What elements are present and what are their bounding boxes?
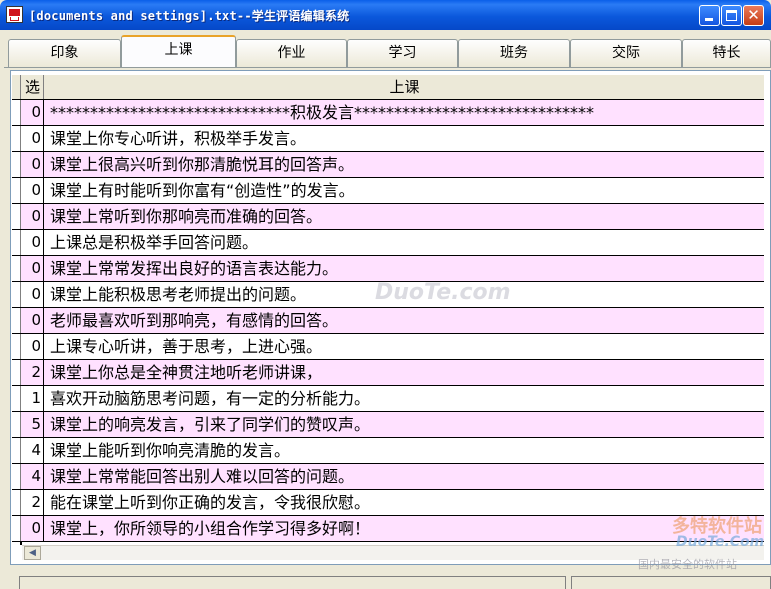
row-marker[interactable] (12, 438, 21, 463)
row-select-count[interactable]: 0 (22, 516, 44, 541)
row-comment-text[interactable]: 课堂上常听到你那响亮而准确的回答。 (50, 204, 758, 229)
row-select-count[interactable]: 0 (22, 256, 44, 281)
row-marker[interactable] (12, 126, 21, 151)
watermark-url: DuoTe.Com (676, 534, 765, 550)
watermark-tagline: 国内最安全的软件站 (638, 558, 737, 571)
row-marker[interactable] (12, 178, 21, 203)
close-button[interactable]: ✕ (743, 5, 764, 26)
table-row[interactable]: 0 课堂上很高兴听到你那清脆悦耳的回答声。 (12, 152, 764, 178)
row-select-count[interactable]: 0 (22, 152, 44, 177)
table-row[interactable]: 0 课堂上常常发挥出良好的语言表达能力。 (12, 256, 764, 282)
title-bar: [documents and settings].txt--学生评语编辑系统 ✕ (0, 0, 771, 30)
window-title: [documents and settings].txt--学生评语编辑系统 (29, 9, 350, 23)
row-marker[interactable] (12, 256, 21, 281)
table-row[interactable]: 0 课堂上有时能听到你富有“创造性”的发言。 (12, 178, 764, 204)
row-select-count[interactable]: 0 (22, 100, 44, 125)
table-row[interactable]: 2 课堂上你总是全神贯注地听老师讲课， (12, 360, 764, 386)
table-row[interactable]: 2 能在课堂上听到你正确的发言，令我很欣慰。 (12, 490, 764, 516)
table-row[interactable]: 5 课堂上的响亮发言，引来了同学们的赞叹声。 (12, 412, 764, 438)
tab-talent[interactable]: 特长 (682, 39, 771, 67)
maximize-button[interactable] (721, 5, 742, 26)
row-marker[interactable] (12, 386, 21, 411)
row-marker[interactable] (12, 230, 21, 255)
row-marker[interactable] (12, 282, 21, 307)
table-row[interactable]: 0 课堂上你专心听讲，积极举手发言。 (12, 126, 764, 152)
table-row[interactable]: 4 课堂上能听到你响亮清脆的发言。 (12, 438, 764, 464)
row-marker[interactable] (12, 308, 21, 333)
row-marker[interactable] (12, 490, 21, 515)
row-comment-text[interactable]: 课堂上能听到你响亮清脆的发言。 (50, 438, 758, 463)
table-row[interactable]: 0 上课专心听讲，善于思考，上进心强。 (12, 334, 764, 360)
row-select-count[interactable]: 2 (22, 360, 44, 385)
table-row[interactable]: 0 课堂上常听到你那响亮而准确的回答。 (12, 204, 764, 230)
tab-impression[interactable]: 印象 (8, 39, 121, 67)
row-marker[interactable] (12, 100, 21, 125)
tab-social[interactable]: 交际 (570, 39, 682, 67)
row-comment-text[interactable]: 上课总是积极举手回答问题。 (50, 230, 758, 255)
status-bar (10, 573, 771, 589)
tab-class-duty[interactable]: 班务 (458, 39, 570, 67)
header-marker-cell (12, 75, 21, 99)
table-row[interactable]: 0 上课总是积极举手回答问题。 (12, 230, 764, 256)
header-select-column[interactable]: 选 (22, 75, 44, 99)
row-select-count[interactable]: 0 (22, 204, 44, 229)
row-comment-text[interactable]: 课堂上有时能听到你富有“创造性”的发言。 (50, 178, 758, 203)
minimize-button[interactable] (699, 5, 720, 26)
table-row[interactable]: 0 课堂上，你所领导的小组合作学习得多好啊！ (12, 516, 764, 542)
row-comment-text[interactable]: 课堂上，你所领导的小组合作学习得多好啊！ (50, 516, 758, 541)
row-select-count[interactable]: 0 (22, 230, 44, 255)
tab-divider (4, 67, 771, 68)
close-icon: ✕ (747, 6, 760, 24)
row-select-count[interactable]: 2 (22, 490, 44, 515)
row-marker[interactable] (12, 204, 21, 229)
row-comment-text[interactable]: 课堂上常常能回答出别人难以回答的问题。 (50, 464, 758, 489)
row-comment-text[interactable]: 老师最喜欢听到那响亮，有感情的回答。 (50, 308, 758, 333)
app-icon[interactable] (6, 6, 23, 23)
grid-header: 选 上课 (12, 75, 764, 100)
tab-class[interactable]: 上课 (121, 35, 236, 67)
watermark-center: DuoTe.com (375, 280, 511, 305)
row-comment-text[interactable]: 课堂上很高兴听到你那清脆悦耳的回答声。 (50, 152, 758, 177)
minimize-icon (705, 18, 713, 21)
row-select-count[interactable]: 0 (22, 308, 44, 333)
tab-strip: 印象 上课 作业 学习 班务 交际 特长 (0, 35, 771, 67)
row-marker[interactable] (12, 412, 21, 437)
row-marker[interactable] (12, 516, 21, 541)
row-select-count[interactable]: 4 (22, 464, 44, 489)
status-panel-main (19, 576, 566, 589)
status-panel-side (571, 576, 771, 589)
table-row[interactable]: 1 喜欢开动脑筋思考问题，有一定的分析能力。 (12, 386, 764, 412)
row-marker[interactable] (12, 152, 21, 177)
tab-homework[interactable]: 作业 (236, 39, 347, 67)
row-comment-text[interactable]: 上课专心听讲，善于思考，上进心强。 (50, 334, 758, 359)
row-select-count[interactable]: 4 (22, 438, 44, 463)
row-comment-text[interactable]: 喜欢开动脑筋思考问题，有一定的分析能力。 (50, 386, 758, 411)
row-select-count[interactable]: 5 (22, 412, 44, 437)
row-select-count[interactable]: 0 (22, 178, 44, 203)
table-row[interactable]: 4 课堂上常常能回答出别人难以回答的问题。 (12, 464, 764, 490)
row-comment-text[interactable]: 课堂上你总是全神贯注地听老师讲课， (50, 360, 758, 385)
row-marker[interactable] (12, 334, 21, 359)
row-comment-text[interactable]: 能在课堂上听到你正确的发言，令我很欣慰。 (50, 490, 758, 515)
table-row[interactable]: 0 ******************************积极发言*****… (12, 100, 764, 126)
row-comment-text[interactable]: 课堂上你专心听讲，积极举手发言。 (50, 126, 758, 151)
row-comment-text[interactable]: 课堂上常常发挥出良好的语言表达能力。 (50, 256, 758, 281)
row-comment-text[interactable]: ******************************积极发言******… (50, 100, 758, 125)
row-select-count[interactable]: 1 (22, 386, 44, 411)
row-select-count[interactable]: 0 (22, 282, 44, 307)
row-select-count[interactable]: 0 (22, 126, 44, 151)
row-comment-text[interactable]: 课堂上的响亮发言，引来了同学们的赞叹声。 (50, 412, 758, 437)
row-select-count[interactable]: 0 (22, 334, 44, 359)
maximize-icon (726, 10, 737, 21)
table-row[interactable]: 0 老师最喜欢听到那响亮，有感情的回答。 (12, 308, 764, 334)
tab-study[interactable]: 学习 (347, 39, 458, 67)
row-marker[interactable] (12, 464, 21, 489)
row-marker[interactable] (12, 360, 21, 385)
header-comment-column[interactable]: 上课 (45, 75, 764, 99)
scroll-left-button[interactable]: ◀ (24, 546, 41, 560)
